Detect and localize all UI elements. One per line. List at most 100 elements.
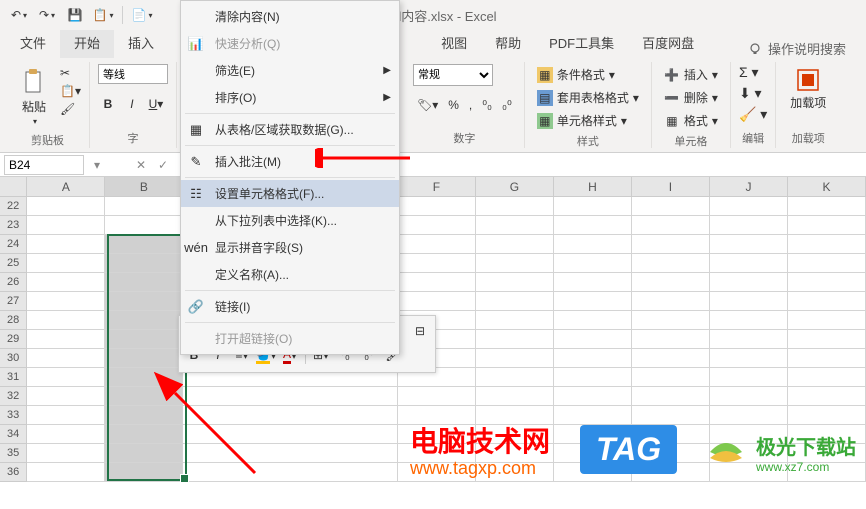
cell[interactable] [788, 368, 866, 387]
cell[interactable] [476, 387, 554, 406]
cell[interactable] [710, 292, 788, 311]
context-menu-item[interactable]: 定义名称(A)... [181, 261, 399, 288]
cell[interactable] [788, 273, 866, 292]
cell[interactable] [710, 197, 788, 216]
cell[interactable] [476, 273, 554, 292]
copy-button[interactable]: 📋▾ [90, 2, 116, 28]
row-header[interactable]: 33 [0, 406, 27, 425]
cell[interactable] [398, 254, 476, 273]
context-menu-item[interactable]: 筛选(E)▶ [181, 57, 399, 84]
cell[interactable] [788, 254, 866, 273]
context-menu-item[interactable]: 清除内容(N) [181, 3, 399, 30]
redo-button[interactable]: ↷▾ [34, 2, 60, 28]
cell[interactable] [710, 368, 788, 387]
cell[interactable] [554, 273, 632, 292]
addin-button[interactable]: 加载项 [784, 64, 832, 115]
cell[interactable] [27, 216, 105, 235]
cell[interactable] [710, 406, 788, 425]
cell[interactable] [27, 425, 105, 444]
row-header[interactable]: 23 [0, 216, 27, 235]
cell[interactable] [632, 330, 710, 349]
row-header[interactable]: 29 [0, 330, 27, 349]
cell[interactable] [554, 254, 632, 273]
cell[interactable] [398, 387, 476, 406]
cell[interactable] [27, 387, 105, 406]
tab-file[interactable]: 文件 [6, 27, 60, 58]
cell[interactable] [788, 349, 866, 368]
format-cells-button[interactable]: ▦格式 ▾ [660, 110, 722, 131]
cell[interactable] [554, 235, 632, 254]
cell[interactable] [788, 216, 866, 235]
cell[interactable] [632, 235, 710, 254]
cell[interactable] [476, 254, 554, 273]
cell[interactable] [27, 406, 105, 425]
row-header[interactable]: 30 [0, 349, 27, 368]
row-header[interactable]: 34 [0, 425, 27, 444]
row-header[interactable]: 36 [0, 463, 27, 482]
row-header[interactable]: 26 [0, 273, 27, 292]
percent-button[interactable]: % [444, 96, 463, 114]
cell[interactable] [398, 292, 476, 311]
cell[interactable] [105, 330, 183, 349]
undo-button[interactable]: ↶▾ [6, 2, 32, 28]
cell[interactable] [554, 197, 632, 216]
cell[interactable] [632, 273, 710, 292]
cell[interactable] [632, 292, 710, 311]
cell[interactable] [27, 254, 105, 273]
tab-home[interactable]: 开始 [60, 27, 114, 58]
cell[interactable] [105, 311, 183, 330]
cell[interactable] [476, 216, 554, 235]
decrease-decimal-button[interactable]: ₀⁰ [498, 96, 516, 114]
name-box[interactable] [4, 155, 84, 175]
col-header[interactable]: F [398, 177, 476, 196]
row-header[interactable]: 27 [0, 292, 27, 311]
cell[interactable] [710, 254, 788, 273]
conditional-format-button[interactable]: ▦条件格式 ▾ [533, 64, 643, 85]
cell[interactable] [476, 368, 554, 387]
cell[interactable] [476, 235, 554, 254]
new-button[interactable]: 📄▾ [129, 2, 155, 28]
cell[interactable] [788, 197, 866, 216]
tab-help[interactable]: 帮助 [481, 27, 535, 58]
cell[interactable] [710, 349, 788, 368]
delete-cells-button[interactable]: ➖删除 ▾ [660, 87, 722, 108]
comma-button[interactable]: , [465, 96, 476, 114]
cell[interactable] [710, 216, 788, 235]
cell[interactable] [554, 368, 632, 387]
cell[interactable] [105, 254, 183, 273]
increase-decimal-button[interactable]: ⁰₀ [478, 96, 496, 114]
cell[interactable] [105, 235, 183, 254]
cell[interactable] [632, 387, 710, 406]
cell[interactable] [632, 406, 710, 425]
fill-button[interactable]: ⬇ ▾ [739, 85, 767, 102]
cell[interactable] [398, 216, 476, 235]
cell[interactable] [476, 292, 554, 311]
tell-me-search[interactable]: 操作说明搜索 [748, 39, 846, 58]
confirm-formula-button[interactable]: ✓ [152, 154, 174, 176]
cell[interactable] [554, 406, 632, 425]
cell[interactable] [710, 330, 788, 349]
cell[interactable] [27, 349, 105, 368]
sum-button[interactable]: Σ ▾ [739, 64, 767, 81]
cell[interactable] [788, 235, 866, 254]
cell[interactable] [27, 330, 105, 349]
save-button[interactable]: 💾 [62, 2, 88, 28]
cell[interactable] [398, 235, 476, 254]
cell[interactable] [27, 444, 105, 463]
select-all-corner[interactable] [0, 177, 27, 196]
tab-baidu[interactable]: 百度网盘 [628, 27, 708, 58]
context-menu-item[interactable]: 🔗链接(I) [181, 293, 399, 320]
row-header[interactable]: 24 [0, 235, 27, 254]
context-menu-item[interactable]: 从下拉列表中选择(K)... [181, 207, 399, 234]
cell[interactable] [27, 197, 105, 216]
col-header[interactable]: J [710, 177, 788, 196]
cell[interactable] [554, 216, 632, 235]
cell[interactable] [27, 368, 105, 387]
paste-button[interactable]: 粘贴 ▾ [14, 64, 54, 130]
context-menu-item[interactable]: ▦从表格/区域获取数据(G)... [181, 116, 399, 143]
accounting-format-button[interactable]: 🏷▾ [413, 96, 442, 114]
cell[interactable] [27, 292, 105, 311]
cancel-formula-button[interactable]: ✕ [130, 154, 152, 176]
cell[interactable] [632, 216, 710, 235]
table-format-button[interactable]: ▤套用表格格式 ▾ [533, 87, 643, 108]
